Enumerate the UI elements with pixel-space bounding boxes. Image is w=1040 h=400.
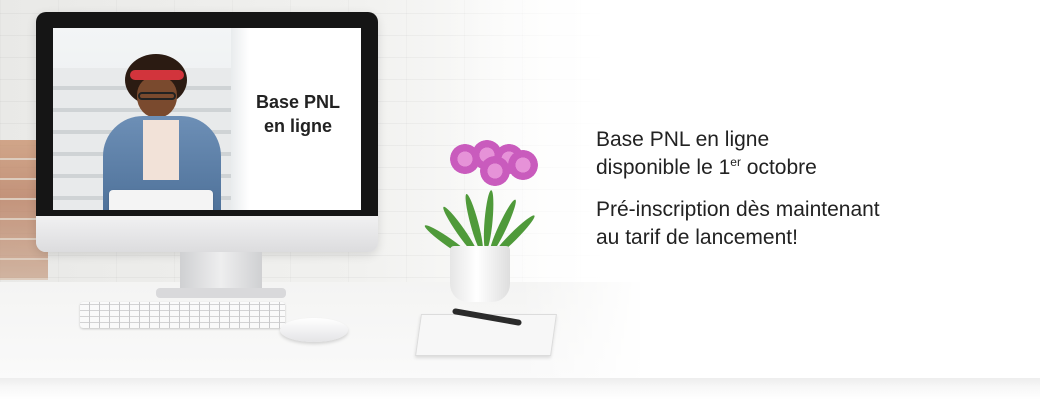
monitor-stand bbox=[180, 252, 262, 292]
keyboard bbox=[80, 302, 285, 328]
screen-title-line1: Base PNL bbox=[255, 92, 341, 112]
plant-pot bbox=[450, 246, 510, 302]
pink-flowers bbox=[450, 140, 538, 188]
availability-suffix: octobre bbox=[740, 156, 817, 179]
promo-text: Base PNL en ligne disponible le 1er octo… bbox=[596, 126, 1016, 252]
preregistration-line2: au tarif de lancement! bbox=[596, 226, 798, 249]
bottom-shadow bbox=[0, 378, 1040, 400]
shirt bbox=[143, 120, 179, 180]
promo-banner: Base PNL en ligne Base PNL en ligne disp… bbox=[0, 0, 1040, 400]
notebook bbox=[415, 314, 557, 356]
monitor-bezel: Base PNL en ligne bbox=[36, 12, 378, 216]
headband bbox=[130, 70, 184, 80]
laptop bbox=[109, 190, 213, 210]
headline-line2: disponible le 1er octobre bbox=[596, 154, 1016, 182]
glasses bbox=[138, 92, 176, 100]
screen-title: Base PNL en ligne bbox=[233, 90, 361, 138]
monitor-screen: Base PNL en ligne bbox=[53, 28, 361, 210]
preregistration-line1: Pré-inscription dès maintenant bbox=[596, 198, 880, 221]
monitor-chin bbox=[36, 216, 378, 252]
availability-prefix: disponible le 1 bbox=[596, 156, 731, 179]
screen-title-line2: en ligne bbox=[263, 116, 332, 136]
desktop-monitor: Base PNL en ligne bbox=[36, 12, 378, 252]
ordinal-superscript: er bbox=[730, 155, 741, 169]
woman-with-laptop-photo bbox=[99, 48, 229, 210]
mouse bbox=[280, 318, 348, 342]
monitor-stand-base bbox=[156, 288, 286, 298]
headline-line1: Base PNL en ligne bbox=[596, 128, 770, 151]
